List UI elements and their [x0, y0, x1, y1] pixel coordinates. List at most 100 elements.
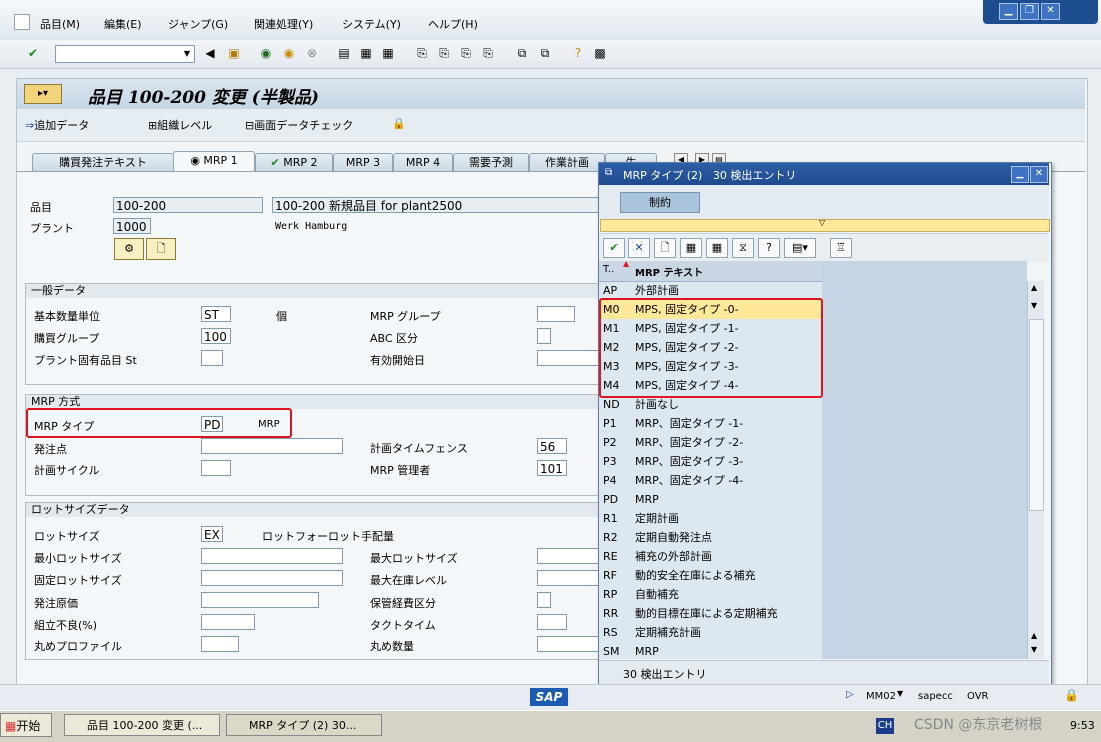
exit-icon[interactable]: ◉	[281, 45, 297, 61]
fixed-lot-size-field[interactable]	[201, 570, 343, 586]
menu-item-material[interactable]: 品目(M)	[40, 16, 80, 32]
save-icon[interactable]: ▣	[226, 45, 242, 61]
menu-item-environment[interactable]: 関連処理(Y)	[254, 16, 313, 32]
tab-mrp2[interactable]: ✔ MRP 2	[255, 153, 333, 172]
storage-cost-field[interactable]	[537, 592, 551, 608]
screen-check-button[interactable]: ⊟画面データチェック	[245, 117, 353, 133]
confirm-check-icon[interactable]: ✔	[603, 238, 625, 258]
cancel-icon[interactable]: ⊗	[304, 45, 320, 61]
tab-mrp1[interactable]: ◉ MRP 1	[173, 151, 255, 172]
list-item[interactable]: P3 MRP、固定タイプ -3-	[599, 452, 822, 471]
find-next-icon[interactable]: ▦	[380, 45, 396, 61]
minimize-icon[interactable]: ▁	[1011, 166, 1029, 183]
menu-item-goto[interactable]: ジャンプ(G)	[168, 16, 228, 32]
tab-mrp4[interactable]: MRP 4	[393, 153, 453, 172]
cancel-x-icon[interactable]: ✕	[628, 238, 650, 258]
abc-indicator-field[interactable]	[537, 328, 551, 344]
shortcut-icon[interactable]: ⧉	[537, 45, 553, 61]
minimize-icon[interactable]: ▁	[999, 3, 1018, 20]
find-icon[interactable]: ▦	[680, 238, 702, 258]
valid-from-field[interactable]	[537, 350, 599, 366]
find-icon[interactable]: ▦	[358, 45, 374, 61]
list-item[interactable]: PD MRP	[599, 490, 822, 509]
chevron-down-icon[interactable]: ▼	[897, 689, 903, 698]
list-item[interactable]: R1 定期計画	[599, 509, 822, 528]
new-session-icon[interactable]: ⧉	[514, 45, 530, 61]
close-icon[interactable]: ✕	[1041, 3, 1060, 20]
list-item[interactable]: P1 MRP、固定タイプ -1-	[599, 414, 822, 433]
list-item[interactable]: RR 動的目標在庫による定期補充	[599, 604, 822, 623]
menu-item-system[interactable]: システム(Y)	[342, 16, 401, 32]
plant-status-field[interactable]	[201, 350, 223, 366]
status-expand-icon[interactable]: ▷	[846, 689, 854, 700]
add-data-button[interactable]: ⇒追加データ	[25, 117, 89, 133]
takt-time-field[interactable]	[537, 614, 567, 630]
sort-icon[interactable]: ⧖	[732, 238, 754, 258]
max-lot-size-field[interactable]	[537, 548, 599, 564]
restore-icon[interactable]: ❐	[1020, 3, 1039, 20]
org-level-button[interactable]: ⊞組織レベル	[148, 117, 212, 133]
restrictions-tab[interactable]: 制約	[620, 192, 700, 213]
material-icon[interactable]: ▸▾	[24, 84, 62, 104]
list-item[interactable]: SM MRP	[599, 642, 822, 661]
mrp-controller-field[interactable]: 101	[537, 460, 567, 476]
info-icon[interactable]: ?	[758, 238, 780, 258]
lot-size-field[interactable]: EX	[201, 526, 223, 542]
ordering-cost-field[interactable]	[201, 592, 319, 608]
print-icon[interactable]: ▤	[336, 45, 352, 61]
taskbar-item-mrp-popup[interactable]: MRP タイプ (2) 30...	[226, 714, 382, 736]
print-icon[interactable]: ▤▾	[784, 238, 816, 258]
start-button[interactable]: ▦开始	[0, 713, 52, 737]
list-item[interactable]: P4 MRP、固定タイプ -4-	[599, 471, 822, 490]
close-icon[interactable]: ✕	[1030, 166, 1048, 183]
menu-item-edit[interactable]: 編集(E)	[104, 16, 142, 32]
tab-purchase-text[interactable]: 購買発注テキスト	[32, 153, 174, 172]
new-entry-icon[interactable]: 🗋	[654, 238, 676, 258]
time-fence-field[interactable]: 56	[537, 438, 567, 454]
planning-cycle-field[interactable]	[201, 460, 231, 476]
help-icon[interactable]: ?	[570, 45, 586, 61]
column-header-code[interactable]: T..	[603, 264, 614, 275]
chevron-down-icon[interactable]: ▼	[180, 46, 194, 62]
assembly-scrap-field[interactable]	[201, 614, 255, 630]
purchasing-group-field[interactable]: 100	[201, 328, 231, 344]
list-item[interactable]: R2 定期自動発注点	[599, 528, 822, 547]
lock-icon[interactable]: 🔒	[392, 117, 406, 130]
list-scrollbar[interactable]: ▲ ▼ ▲ ▼	[1027, 281, 1044, 659]
column-header-text[interactable]: MRP テキスト	[635, 264, 703, 279]
mrp-group-field[interactable]	[537, 306, 575, 322]
list-item[interactable]: P2 MRP、固定タイプ -2-	[599, 433, 822, 452]
personalize-icon[interactable]: ♖	[830, 238, 852, 258]
base-uom-field[interactable]: ST	[201, 306, 231, 322]
command-field[interactable]: ▼	[55, 45, 195, 63]
last-page-icon[interactable]: ⎘	[480, 45, 496, 61]
rounding-profile-field[interactable]	[201, 636, 239, 652]
back-arrow-icon[interactable]: ◀	[202, 45, 218, 61]
scroll-thumb[interactable]	[1029, 319, 1044, 511]
list-item[interactable]: RS 定期補充計画	[599, 623, 822, 642]
sap-window-icon[interactable]	[14, 14, 30, 30]
language-indicator[interactable]: CH	[876, 718, 894, 734]
enter-check-icon[interactable]: ✔	[25, 45, 41, 61]
reorder-point-field[interactable]	[201, 438, 343, 454]
max-stock-level-field[interactable]	[537, 570, 599, 586]
scroll-up-icon[interactable]: ▲	[1031, 283, 1037, 292]
back-icon[interactable]: ◉	[258, 45, 274, 61]
tab-mrp3[interactable]: MRP 3	[333, 153, 393, 172]
find-next-icon[interactable]: ▦	[706, 238, 728, 258]
first-page-icon[interactable]: ⎘	[414, 45, 430, 61]
popup-collapse-strip[interactable]: ▽	[600, 218, 1050, 232]
org-icon[interactable]: ⚙	[114, 238, 144, 260]
layout-menu-icon[interactable]: ▩	[592, 45, 608, 61]
list-item[interactable]: RF 動的安全在庫による補充	[599, 566, 822, 585]
min-lot-size-field[interactable]	[201, 548, 343, 564]
taskbar-item-material[interactable]: 品目 100-200 変更 (...	[64, 714, 220, 736]
prev-page-icon[interactable]: ⎘	[436, 45, 452, 61]
tab-forecast[interactable]: 需要予測	[453, 153, 529, 172]
scroll-down-icon[interactable]: ▼	[1031, 301, 1037, 310]
document-icon[interactable]: 🗋	[146, 238, 176, 260]
scroll-up-icon[interactable]: ▲	[1031, 631, 1037, 640]
scroll-down-icon[interactable]: ▼	[1031, 645, 1037, 654]
rounding-value-field[interactable]	[537, 636, 599, 652]
list-item[interactable]: RP 自動補充	[599, 585, 822, 604]
